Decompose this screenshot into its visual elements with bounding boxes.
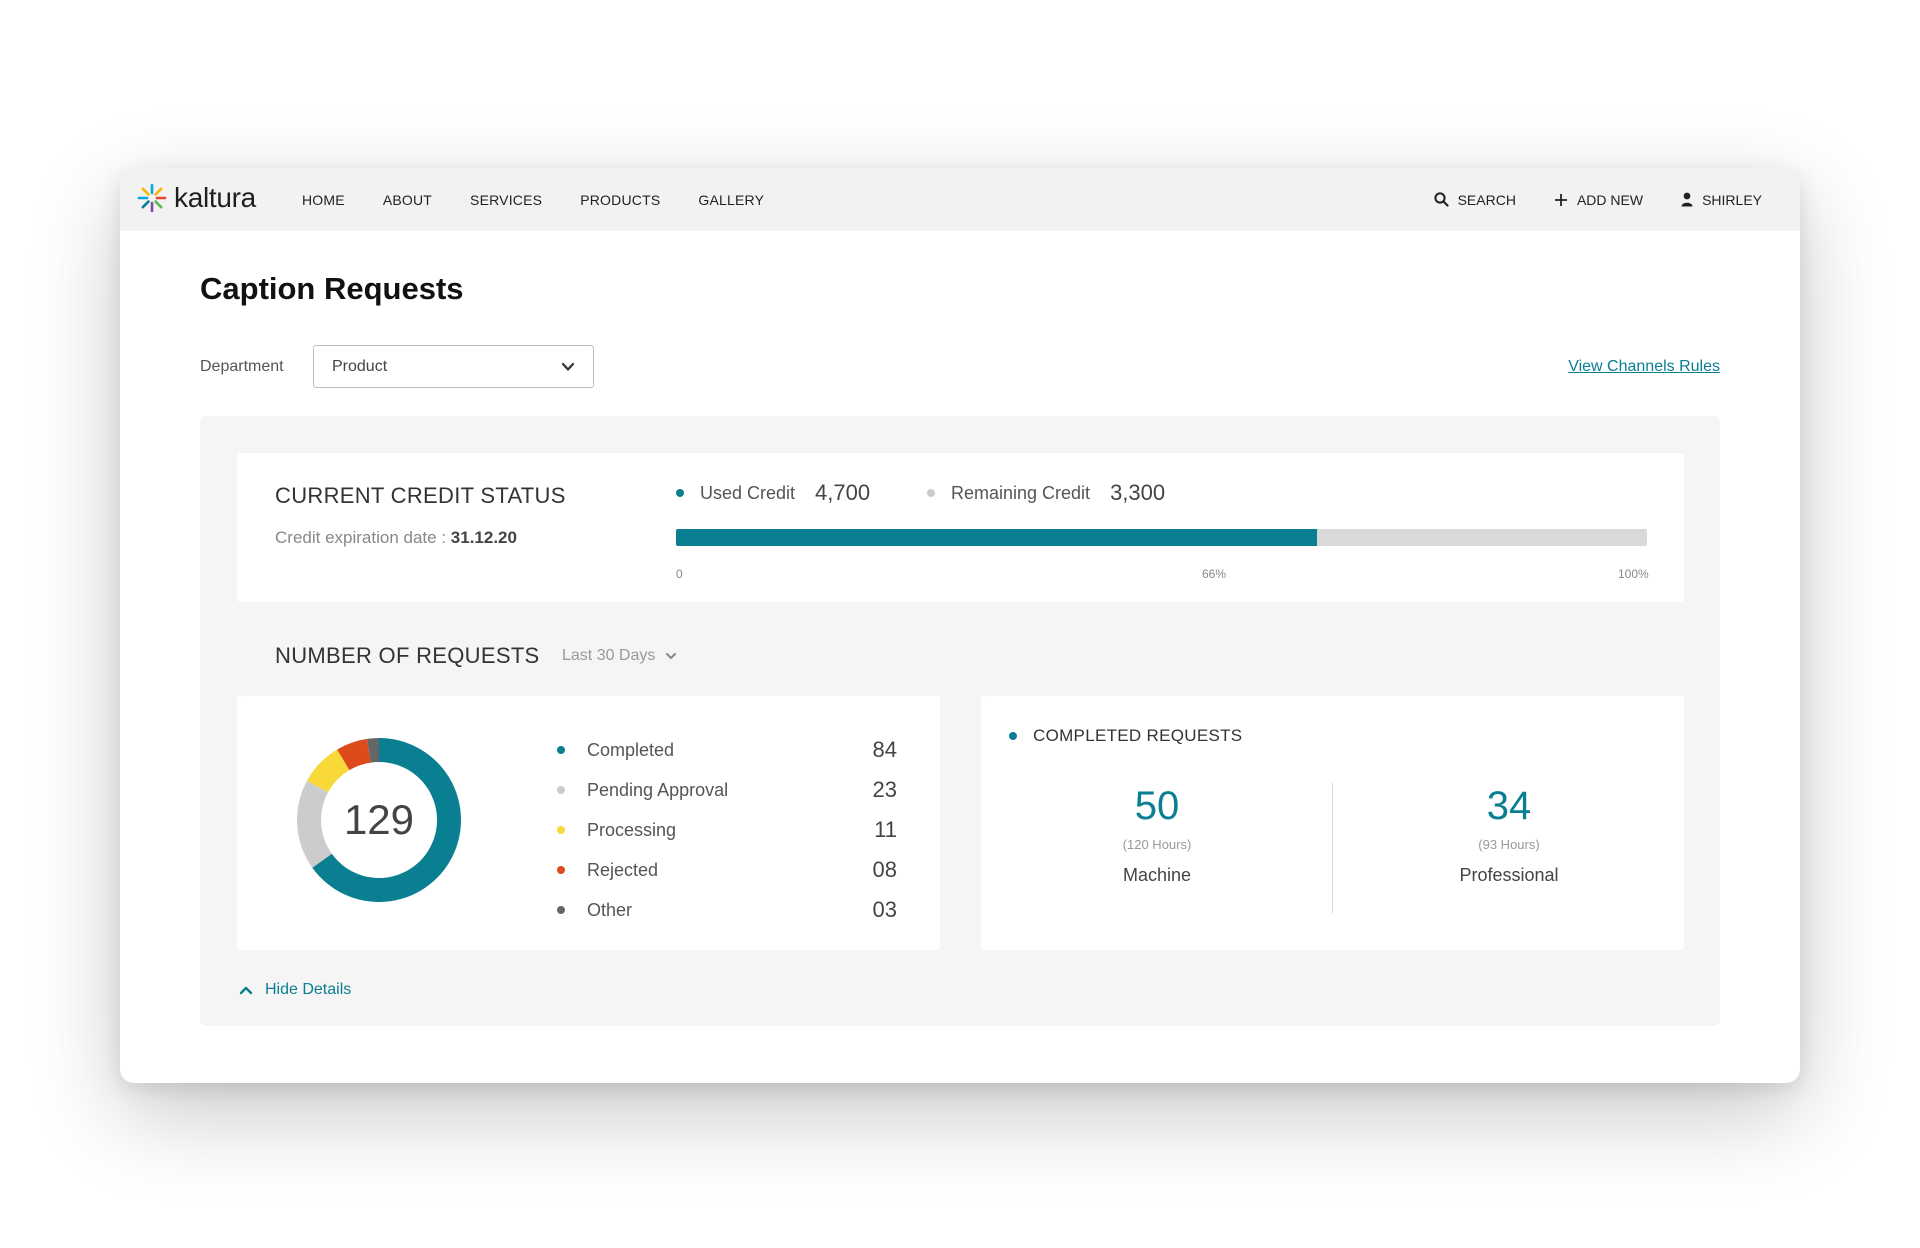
user-name: SHIRLEY: [1702, 191, 1762, 208]
logo-ray: [154, 200, 163, 209]
requests-title: NUMBER OF REQUESTS: [275, 643, 540, 668]
status-count: 84: [872, 737, 897, 762]
chevron-down-icon: [561, 362, 575, 371]
remaining-credit-dot: [927, 489, 935, 497]
plus-icon: [1554, 193, 1567, 206]
status-label: Completed: [587, 739, 675, 760]
period-dropdown[interactable]: Last 30 Days: [562, 647, 677, 665]
logo-text: kaltura: [174, 182, 256, 213]
status-row-pending-approval: Pending Approval 23: [557, 770, 897, 810]
professional-count: 34: [1486, 784, 1532, 828]
page-title: Caption Requests: [200, 271, 464, 306]
logo-ray: [141, 187, 150, 196]
nav-gallery[interactable]: GALLERY: [698, 192, 764, 208]
used-credit-value: 4,700: [815, 480, 871, 505]
remaining-credit-value: 3,300: [1110, 480, 1166, 505]
user-menu[interactable]: SHIRLEY: [1681, 192, 1762, 208]
used-credit-dot: [676, 489, 684, 497]
department-select[interactable]: Product: [313, 345, 594, 388]
status-row-other: Other 03: [557, 890, 897, 930]
credit-status-card: CURRENT CREDIT STATUS Credit expiration …: [237, 453, 1684, 602]
nav-actions: SEARCH ADD NEW SHIRLEY: [1396, 168, 1762, 231]
status-row-rejected: Rejected 08: [557, 850, 897, 890]
professional-label: Professional: [1459, 865, 1559, 885]
user-icon: [1681, 192, 1693, 207]
status-count: 08: [872, 857, 897, 882]
machine-label: Machine: [1122, 865, 1192, 885]
completed-requests-title: COMPLETED REQUESTS: [1009, 726, 1242, 746]
completed-dot: [1009, 732, 1017, 740]
search-icon: [1433, 192, 1449, 207]
nav-about[interactable]: ABOUT: [383, 192, 432, 208]
credit-progress-fill: [676, 529, 1317, 546]
requests-breakdown-card: 129 Completed 84 Pending Approval 23 Pro…: [237, 696, 940, 950]
status-label: Pending Approval: [587, 779, 729, 800]
period-value: Last 30 Days: [562, 647, 656, 664]
hide-details-button[interactable]: Hide Details: [239, 981, 351, 999]
chevron-down-icon: [666, 653, 677, 659]
status-label: Rejected: [587, 859, 659, 880]
credit-progress-bar: [676, 529, 1647, 546]
credit-expiration-label: Credit expiration date :: [275, 528, 447, 547]
progress-tick-100: 100%: [1618, 567, 1649, 581]
app-window: kaltura HOME ABOUT SERVICES PRODUCTS GAL…: [120, 168, 1800, 1083]
main-nav: HOME ABOUT SERVICES PRODUCTS GALLERY: [302, 168, 802, 231]
logo-ray: [154, 187, 163, 196]
credit-status-title: CURRENT CREDIT STATUS: [275, 483, 566, 508]
requests-total: 129: [343, 796, 415, 843]
remaining-credit-label: Remaining Credit: [951, 482, 1091, 503]
hide-details-label: Hide Details: [265, 981, 352, 998]
completed-requests-title-text: COMPLETED REQUESTS: [1033, 726, 1243, 745]
status-list: Completed 84 Pending Approval 23 Process…: [557, 730, 897, 930]
status-count: 11: [874, 817, 897, 842]
status-row-processing: Processing 11: [557, 810, 897, 850]
remaining-credit-legend: Remaining Credit 3,300: [927, 480, 1165, 506]
nav-products[interactable]: PRODUCTS: [580, 192, 660, 208]
status-dot: [557, 906, 565, 914]
status-row-completed: Completed 84: [557, 730, 897, 770]
credit-expiration: Credit expiration date : 31.12.20: [275, 528, 517, 548]
department-label: Department: [200, 358, 284, 375]
used-credit-label: Used Credit: [700, 482, 796, 503]
professional-stat: 34 (93 Hours) Professional: [1359, 784, 1659, 886]
search-label: SEARCH: [1457, 191, 1516, 208]
top-navigation: kaltura HOME ABOUT SERVICES PRODUCTS GAL…: [120, 168, 1800, 231]
nav-home[interactable]: HOME: [302, 192, 345, 208]
department-value: Product: [332, 357, 388, 375]
stat-divider: [1332, 783, 1333, 913]
chevron-up-icon: [239, 986, 253, 995]
logo-ray: [141, 200, 150, 209]
credit-expiration-date: 31.12.20: [450, 528, 517, 547]
view-channels-rules-link[interactable]: View Channels Rules: [1568, 358, 1720, 376]
progress-tick-0: 0: [676, 567, 683, 581]
status-count: 03: [872, 897, 897, 922]
add-new-button[interactable]: ADD NEW: [1554, 192, 1643, 208]
status-count: 23: [872, 777, 897, 802]
progress-tick-66: 66%: [1202, 567, 1227, 581]
status-label: Other: [587, 899, 633, 920]
status-dot: [557, 786, 565, 794]
machine-hours: (120 Hours): [1122, 837, 1192, 852]
status-dot: [557, 866, 565, 874]
status-label: Processing: [587, 819, 677, 840]
professional-hours: (93 Hours): [1478, 837, 1540, 852]
logo[interactable]: kaltura: [136, 182, 256, 214]
status-dot: [557, 746, 565, 754]
status-dot: [557, 826, 565, 834]
kaltura-logo-icon: [137, 183, 167, 213]
add-new-label: ADD NEW: [1576, 191, 1644, 208]
completed-requests-card: COMPLETED REQUESTS 50 (120 Hours) Machin…: [981, 696, 1684, 950]
dashboard-panel: CURRENT CREDIT STATUS Credit expiration …: [200, 416, 1720, 1026]
nav-services[interactable]: SERVICES: [470, 192, 542, 208]
machine-count: 50: [1134, 784, 1180, 828]
search-button[interactable]: SEARCH: [1433, 191, 1516, 208]
machine-stat: 50 (120 Hours) Machine: [1007, 784, 1307, 886]
used-credit-legend: Used Credit 4,700: [676, 480, 870, 506]
